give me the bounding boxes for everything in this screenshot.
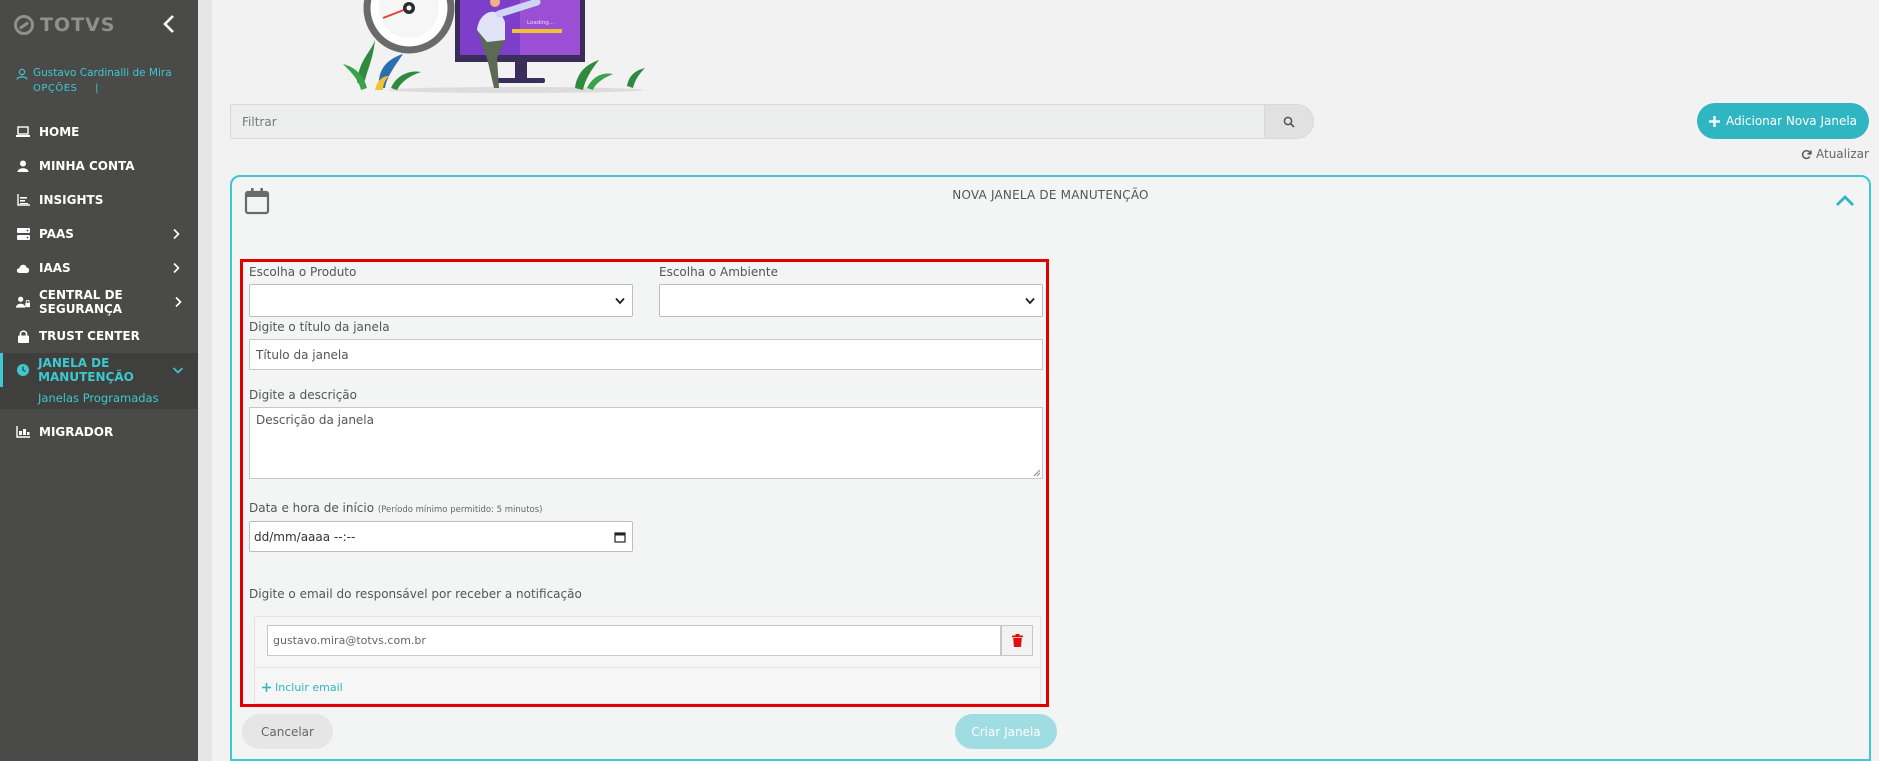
maintenance-illustration: Loading... [343,0,645,93]
sidebar-item-paas[interactable]: PAAS [0,217,198,251]
sidebar-item-label: MINHA CONTA [39,159,135,173]
sidebar-item-trust-center[interactable]: TRUST CENTER [0,319,198,353]
add-new-window-button[interactable]: Adicionar Nova Janela [1697,103,1869,139]
migrate-icon [16,425,30,439]
user-lock-icon [16,295,30,309]
sidebar-item-label: IAAS [39,261,71,275]
lock-icon [16,329,30,343]
laptop-icon [16,125,30,139]
sidebar-item-label: INSIGHTS [39,193,104,207]
refresh-button[interactable]: Atualizar [1801,147,1869,161]
sidebar-item-label: HOME [39,125,80,139]
start-datetime-label: Data e hora de início (Período mínimo pe… [249,501,542,515]
refresh-label: Atualizar [1816,147,1869,161]
title-label: Digite o título da janela [249,320,390,334]
sidebar-item-minha-conta[interactable]: MINHA CONTA [0,149,198,183]
server-icon [16,227,30,241]
sidebar-item-label: TRUST CENTER [39,329,140,343]
start-datetime-label-text: Data e hora de início [249,501,375,515]
user-icon [16,159,30,173]
main-content: Loading... Adicionar Nova Janela Atualiz… [212,0,1879,761]
chevron-down-icon [1025,297,1035,305]
email-divider [255,667,1040,668]
plus-icon [1708,115,1720,127]
description-textarea[interactable] [249,407,1043,479]
environment-select[interactable] [659,284,1043,317]
user-outline-icon [16,68,28,80]
cancel-button[interactable]: Cancelar [242,714,333,749]
sidebar: TOTVS Gustavo Cardinalli de Mira OPÇÕES … [0,0,198,761]
sidebar-item-label: PAAS [39,227,74,241]
sidebar-item-central-de-seguranca[interactable]: CENTRAL DE SEGURANÇA [0,285,198,319]
sidebar-gutter [198,0,212,761]
description-label: Digite a descrição [249,388,358,402]
email-label: Digite o email do responsável por recebe… [249,587,582,601]
sidebar-item-home[interactable]: HOME [0,115,198,149]
start-datetime-value: dd/mm/aaaa --:-- [254,529,356,544]
user-options-separator: | [95,83,99,94]
sidebar-item-migrador[interactable]: MIGRADOR [0,415,198,449]
user-options-link[interactable]: OPÇÕES [33,83,77,94]
plus-icon [262,683,271,692]
start-datetime-hint: (Período mínimo permitido: 5 minutos) [377,505,543,515]
chart-icon [16,193,30,207]
filter-bar [230,104,1314,139]
sidebar-item-iaas[interactable]: IAAS [0,251,198,285]
add-new-window-label: Adicionar Nova Janela [1725,114,1858,128]
totvs-logo[interactable]: TOTVS [14,14,115,36]
chevron-right-icon [175,296,182,308]
chevron-down-icon [172,367,184,374]
collapse-sidebar-button[interactable] [158,12,182,36]
refresh-icon [1801,149,1812,159]
sidebar-item-label: MIGRADOR [39,425,114,439]
filter-input[interactable] [230,104,1264,139]
create-window-button[interactable]: Criar Janela [955,714,1057,749]
card-title: NOVA JANELA DE MANUTENÇÃO [952,188,1149,202]
environment-label: Escolha o Ambiente [659,265,778,279]
chevron-down-icon [615,297,625,305]
clock-icon [16,363,29,377]
email-input[interactable] [267,625,1001,656]
product-label: Escolha o Produto [249,265,357,279]
email-list: Incluir email [254,616,1041,704]
maintenance-form: Escolha o Produto Escolha o Ambiente Dig… [240,259,1049,707]
search-icon [1283,116,1295,128]
delete-email-button[interactable] [1001,625,1033,656]
product-select[interactable] [249,284,633,317]
include-email-link[interactable]: Incluir email [262,681,343,694]
logo-text: TOTVS [40,14,116,36]
user-block: Gustavo Cardinalli de Mira OPÇÕES | [16,66,172,96]
illustration-loading-text: Loading... [527,20,554,26]
trash-icon [1011,634,1023,647]
sidebar-subitem-janelas-programadas[interactable]: Janelas Programadas [0,387,198,409]
sidebar-nav: HOME MINHA CONTA INSIGHTS PAAS IAAS CENT… [0,115,198,449]
chevron-left-icon [163,15,174,33]
user-name[interactable]: Gustavo Cardinalli de Mira [33,66,172,81]
chevron-up-icon[interactable] [1835,193,1855,209]
filter-search-button[interactable] [1264,104,1314,139]
totvs-logo-icon [14,15,34,35]
calendar-picker-icon[interactable] [614,531,626,543]
start-datetime-input[interactable]: dd/mm/aaaa --:-- [249,521,633,552]
chevron-right-icon [173,262,180,274]
title-input[interactable] [249,339,1043,370]
resize-grip-icon[interactable] [1033,469,1041,477]
chevron-right-icon [173,228,180,240]
sidebar-item-insights[interactable]: INSIGHTS [0,183,198,217]
include-email-label: Incluir email [275,681,343,694]
sidebar-item-janela-de-manutencao[interactable]: JANELA DE MANUTENÇÃO [0,353,198,387]
new-maintenance-window-card: NOVA JANELA DE MANUTENÇÃO Escolha o Prod… [230,175,1871,761]
cloud-icon [16,261,30,275]
